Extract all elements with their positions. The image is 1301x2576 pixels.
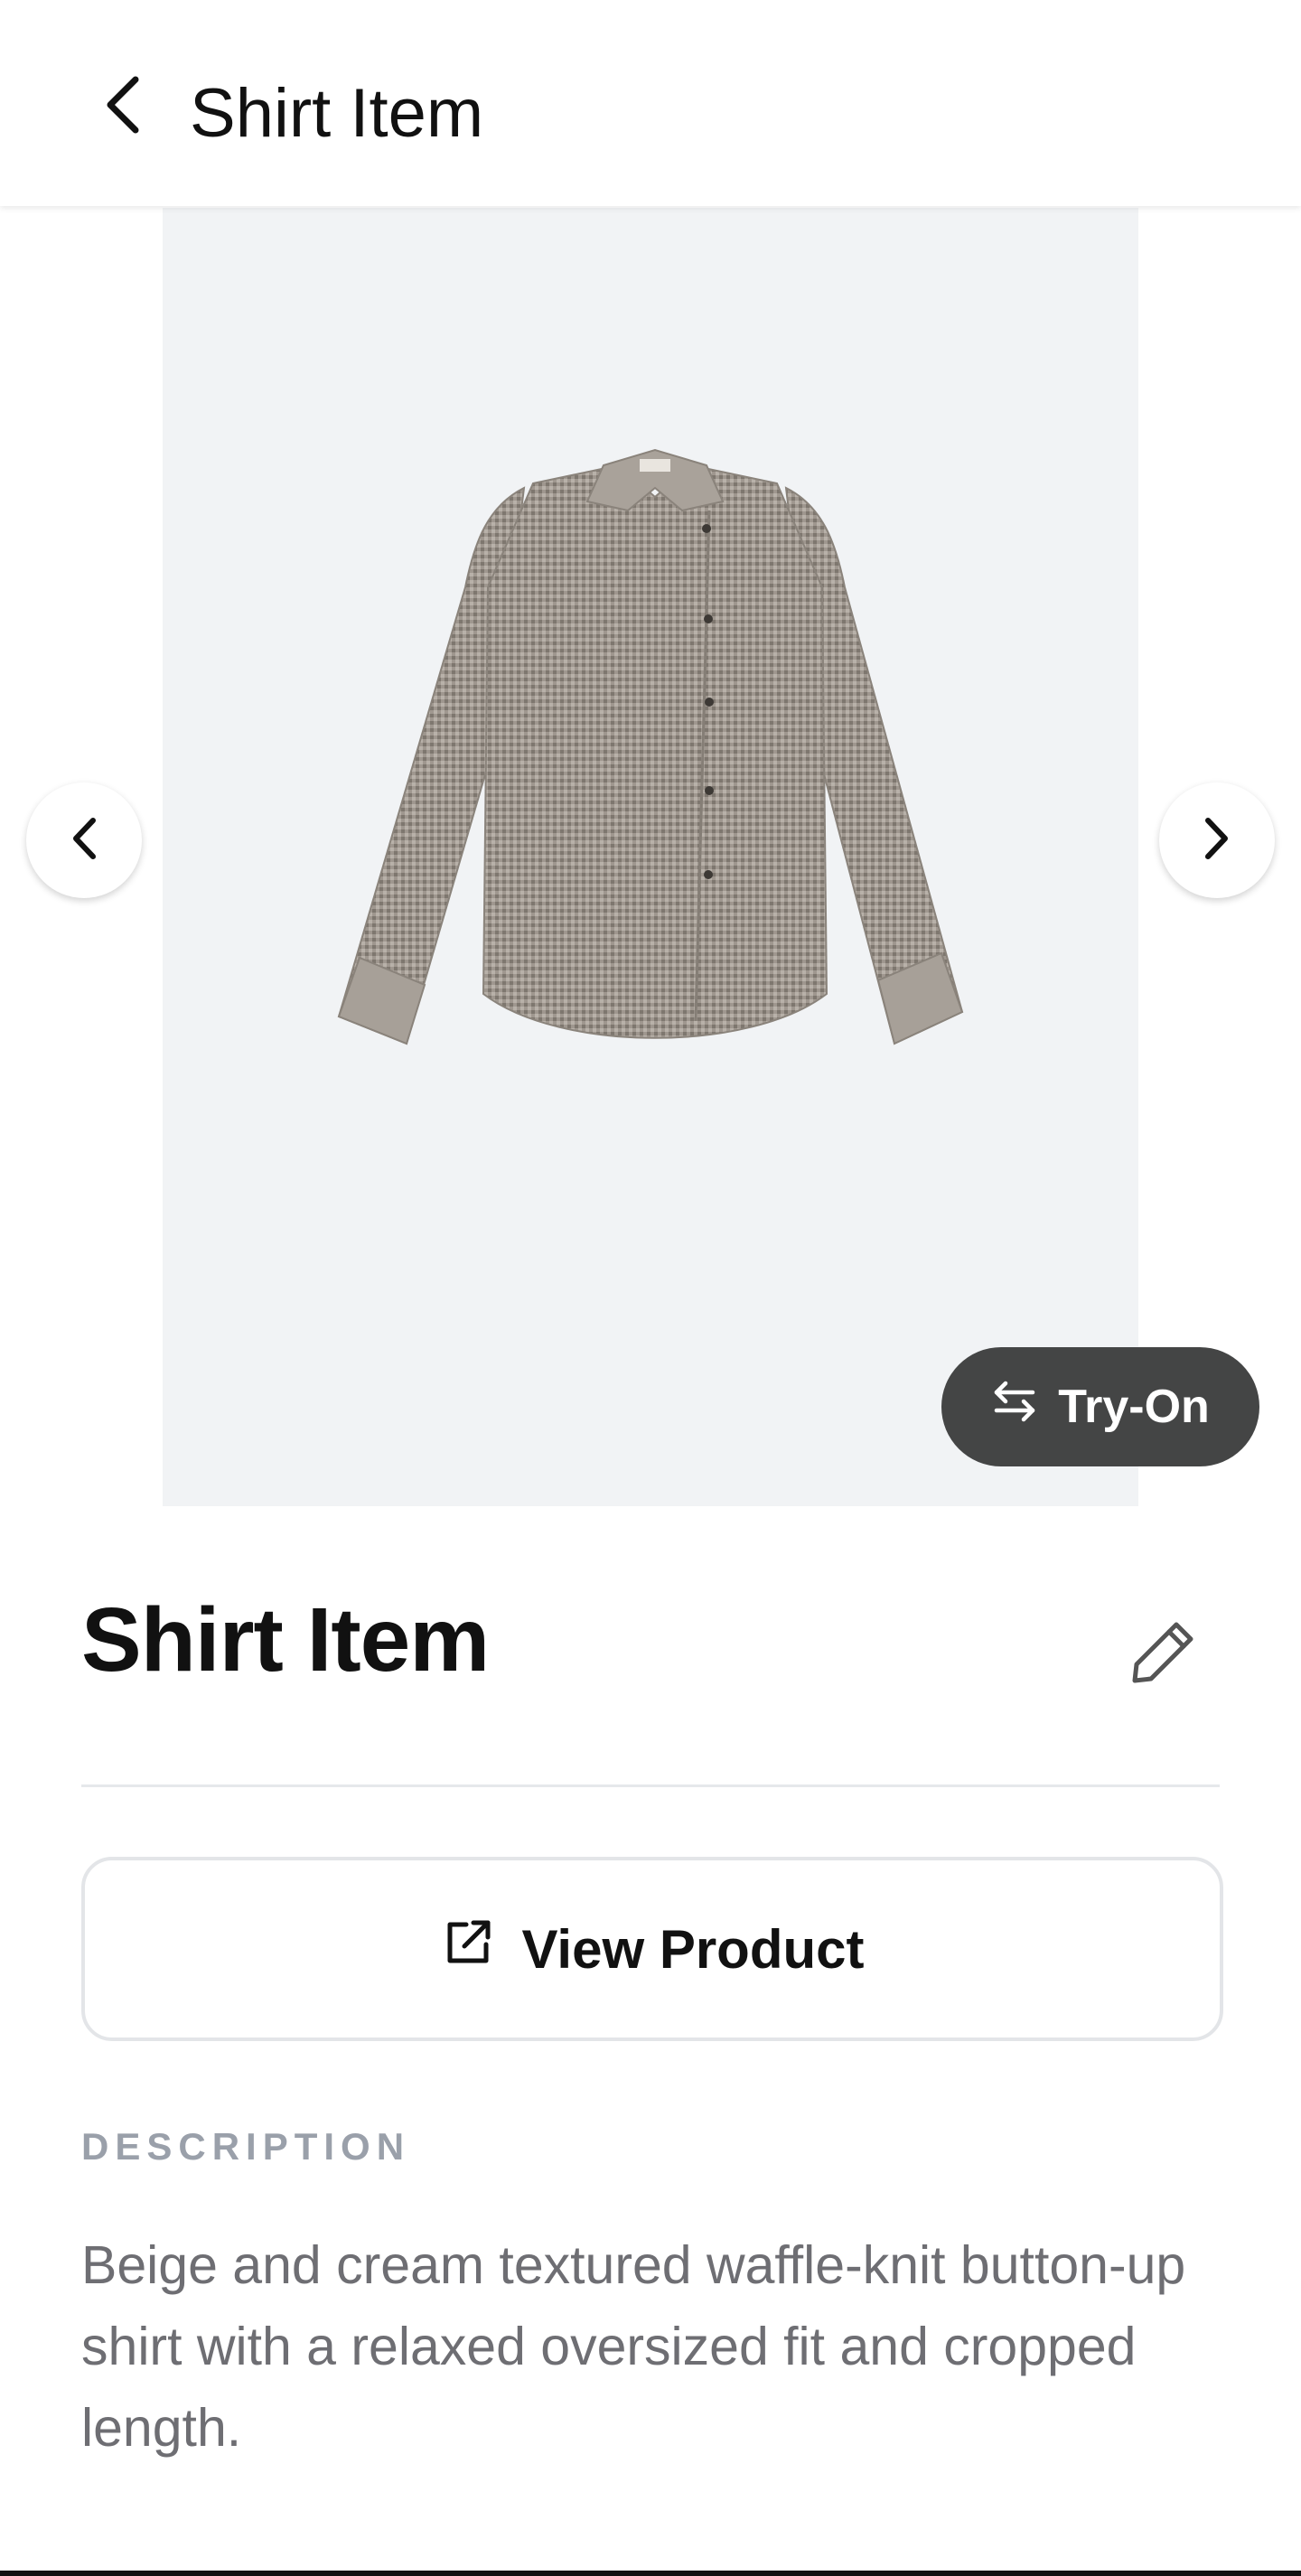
chevron-left-icon <box>103 74 143 140</box>
page-title: Shirt Item <box>190 75 484 152</box>
bottom-edge-bar <box>0 2571 1301 2576</box>
item-name: Shirt Item <box>81 1589 490 1691</box>
external-link-icon <box>441 1916 495 1982</box>
app-header: Shirt Item <box>0 0 1301 206</box>
view-product-button[interactable]: View Product <box>81 1857 1223 2041</box>
description-text: Beige and cream textured waffle-knit but… <box>81 2235 1186 2458</box>
try-on-button[interactable]: Try-On <box>941 1347 1259 1466</box>
carousel-prev-button[interactable] <box>26 782 142 898</box>
edit-button[interactable] <box>1120 1610 1207 1697</box>
carousel-next-button[interactable] <box>1159 782 1275 898</box>
pencil-icon <box>1129 1617 1198 1691</box>
chevron-left-icon <box>70 817 98 865</box>
chevron-right-icon <box>1203 817 1231 865</box>
product-image-area <box>163 208 1138 1506</box>
back-button[interactable] <box>90 74 155 139</box>
shirt-image <box>337 448 964 1045</box>
try-on-label: Try-On <box>1058 1381 1210 1433</box>
view-product-label: View Product <box>521 1918 865 1980</box>
swap-arrows-icon <box>991 1380 1038 1435</box>
section-divider <box>81 1784 1220 1787</box>
description-heading: DESCRIPTION <box>81 2125 411 2168</box>
